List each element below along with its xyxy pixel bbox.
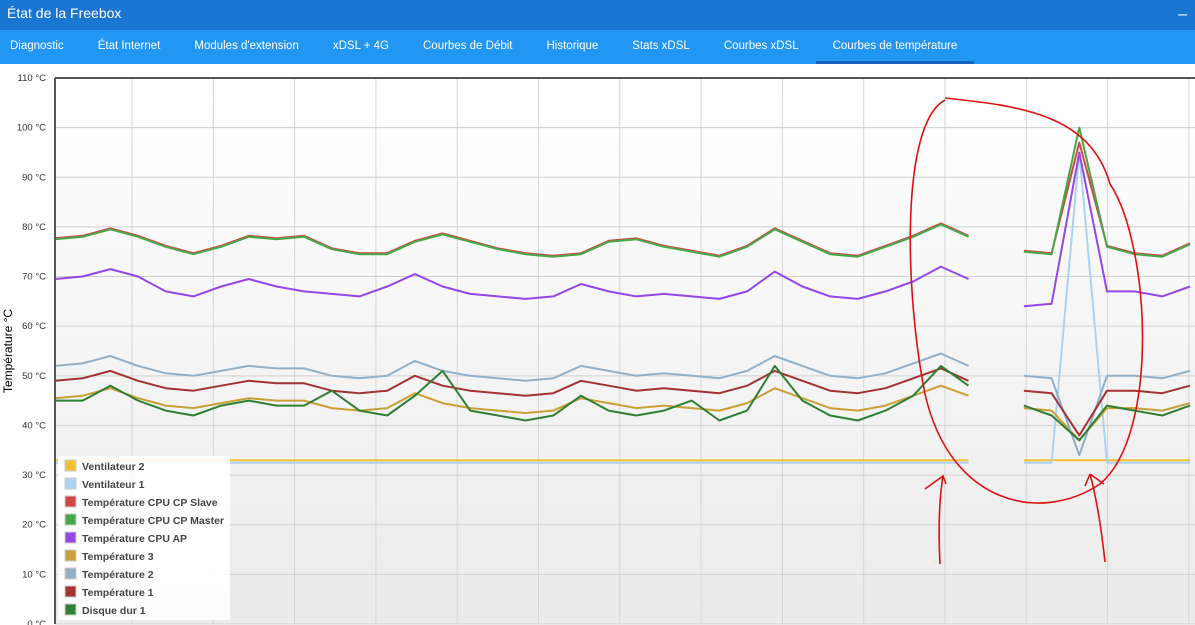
temperature-chart: 0 °C 10 °C 20 °C 30 °C 40 °C 50 °C 60 °C 70 °C 8… (1, 73, 1195, 625)
window-title: État de la Freebox (7, 5, 122, 21)
y-tick-label: 60 °C (22, 321, 46, 332)
legend-item-label: Disque dur 1 (82, 605, 146, 617)
y-tick-label: 40 °C (22, 420, 46, 431)
legend: Ventilateur 2 Ventilateur 1 Température CP… (58, 456, 230, 620)
y-tick-label: 110 °C (18, 73, 47, 84)
legend-item-label: Ventilateur 1 (82, 479, 145, 491)
y-tick-label: 70 °C (22, 272, 46, 283)
legend-swatch (64, 477, 77, 490)
legend-item-label: Température CPU CP Slave (82, 497, 218, 509)
y-tick-label: 50 °C (22, 371, 46, 382)
y-axis-label: Température °C (1, 309, 15, 393)
y-tick-label: 90 °C (22, 172, 46, 183)
window-titlebar: État de la Freebox ‒ (0, 0, 1195, 30)
y-tick-label: 0 °C (27, 619, 46, 625)
legend-swatch (64, 567, 77, 580)
tab-stats-xdsl[interactable]: Stats xDSL (615, 30, 707, 64)
minimize-button[interactable]: ‒ (1178, 2, 1187, 28)
tab-courbes-debit[interactable]: Courbes de Débit (406, 30, 530, 64)
legend-swatch (64, 603, 77, 616)
tab-bar: Diagnostic État Internet Modules d'exten… (0, 30, 1195, 64)
tab-courbes-temperature[interactable]: Courbes de température (815, 30, 975, 64)
legend-swatch (64, 549, 77, 562)
tab-courbes-xdsl[interactable]: Courbes xDSL (707, 30, 816, 64)
legend-swatch (64, 495, 77, 508)
legend-item-label: Ventilateur 2 (82, 461, 145, 473)
legend-item-label: Température 2 (82, 569, 154, 581)
y-tick-label: 20 °C (22, 520, 46, 531)
legend-item-label: Température 1 (82, 587, 154, 599)
tab-etat-internet[interactable]: État Internet (81, 30, 178, 64)
legend-swatch (64, 585, 77, 598)
legend-item-label: Température CPU AP (82, 533, 187, 545)
y-tick-label: 30 °C (22, 470, 46, 481)
tab-xdsl-4g[interactable]: xDSL + 4G (316, 30, 406, 64)
legend-swatch (64, 513, 77, 526)
tab-diagnostic[interactable]: Diagnostic (0, 30, 81, 64)
legend-swatch (64, 531, 77, 544)
legend-item-label: Température CPU CP Master (82, 515, 224, 527)
y-tick-label: 10 °C (22, 569, 46, 580)
legend-swatch (64, 459, 77, 472)
y-tick-label: 80 °C (22, 222, 46, 233)
tab-modules-extension[interactable]: Modules d'extension (177, 30, 315, 64)
legend-item-label: Température 3 (82, 551, 154, 563)
y-tick-label: 100 °C (17, 123, 46, 134)
tab-historique[interactable]: Historique (530, 30, 616, 64)
